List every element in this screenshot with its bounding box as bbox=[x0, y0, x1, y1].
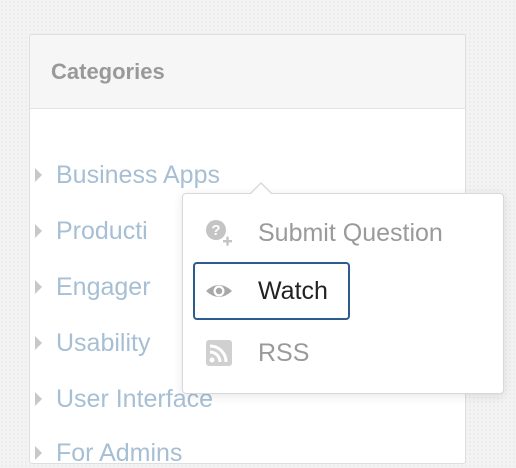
caret-right-icon[interactable] bbox=[35, 224, 42, 238]
panel-title: Categories bbox=[51, 58, 165, 84]
menu-pointer-fill bbox=[250, 184, 272, 195]
question-plus-icon: ? bbox=[204, 218, 234, 248]
panel-header: Categories bbox=[30, 35, 465, 109]
menu-item-label: RSS bbox=[258, 339, 310, 367]
category-label[interactable]: Engager bbox=[56, 273, 151, 301]
menu-item-label: Submit Question bbox=[258, 219, 443, 247]
eye-icon bbox=[204, 276, 234, 306]
caret-right-icon[interactable] bbox=[35, 392, 42, 406]
caret-right-icon[interactable] bbox=[35, 336, 42, 350]
category-label[interactable]: Producti bbox=[56, 217, 148, 245]
menu-item-label: Watch bbox=[258, 277, 328, 305]
rss-icon bbox=[204, 338, 234, 368]
category-label[interactable]: For Admins bbox=[56, 439, 182, 467]
svg-text:?: ? bbox=[211, 222, 220, 239]
menu-item-rss[interactable]: RSS bbox=[193, 324, 350, 382]
caret-right-icon[interactable] bbox=[35, 168, 42, 182]
caret-right-icon[interactable] bbox=[35, 280, 42, 294]
menu-item-watch[interactable]: Watch bbox=[193, 262, 350, 320]
category-label[interactable]: Usability bbox=[56, 329, 150, 357]
category-label[interactable]: Business Apps bbox=[56, 161, 220, 189]
category-context-menu: ? Submit Question Watch RSS bbox=[182, 182, 504, 394]
menu-item-submit-question[interactable]: ? Submit Question bbox=[193, 204, 443, 262]
caret-right-icon[interactable] bbox=[35, 446, 42, 460]
